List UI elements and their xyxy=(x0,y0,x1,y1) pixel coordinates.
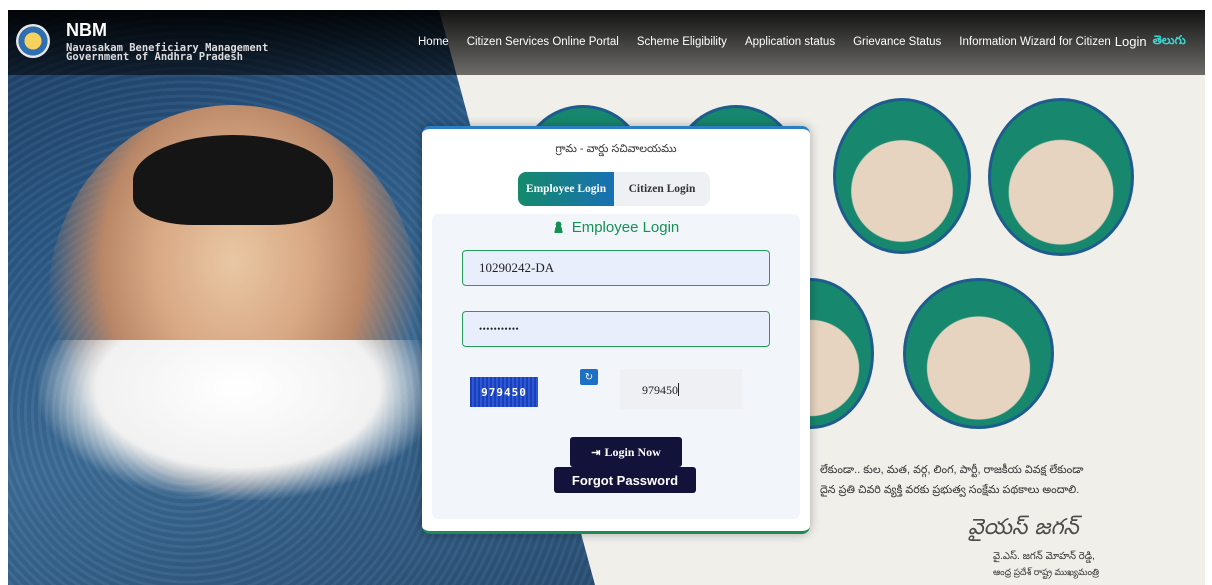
tagline-line-2: దైన ప్రతి చివరి వ్యక్తి వరకు ప్రభుత్వ సం… xyxy=(820,484,1080,496)
captcha-input[interactable]: 979450 xyxy=(620,369,742,409)
nav-home[interactable]: Home xyxy=(418,36,449,48)
scheme-poster-3 xyxy=(833,98,971,254)
scheme-poster-4 xyxy=(988,98,1134,256)
panel-title-text: Employee Login xyxy=(571,219,680,236)
brand-subtitle: Navasakam Beneficiary Management Governm… xyxy=(66,43,268,63)
signatory-name: వై.ఎస్. జగన్ మోహన్ రెడ్డి, xyxy=(993,551,1095,562)
password-value: ••••••••••• xyxy=(479,324,520,334)
panel-title: Employee Login xyxy=(432,219,800,236)
login-now-label: Login Now xyxy=(604,444,661,459)
nav-login[interactable]: Login xyxy=(1115,34,1147,49)
tagline: లేకుండా.. కుల, మత, వర్గ, లింగ, పార్టీ, ర… xyxy=(820,460,1190,500)
card-title: గ్రామ - వార్డు సచివాలయము xyxy=(555,143,677,155)
login-card: గ్రామ - వార్డు సచివాలయము Employee Login … xyxy=(422,126,810,534)
captcha-input-value: 979450 xyxy=(642,383,678,397)
signatory-role: ఆంధ్ర ప్రదేశ్ రాష్ట్ర ముఖ్యమంత్రి xyxy=(993,567,1100,577)
captcha-image: 979450 xyxy=(470,377,538,407)
refresh-captcha-icon[interactable]: ↻ xyxy=(580,369,598,385)
login-now-button[interactable]: ⇥ Login Now xyxy=(570,437,682,467)
tab-employee-login[interactable]: Employee Login xyxy=(518,172,614,206)
nav-application-status[interactable]: Application status xyxy=(745,36,835,48)
tagline-line-1: లేకుండా.. కుల, మత, వర్గ, లింగ, పార్టీ, ర… xyxy=(820,464,1084,476)
sign-in-icon: ⇥ xyxy=(591,446,601,459)
employee-login-panel: Employee Login 10290242-DA ••••••••••• 9… xyxy=(432,214,800,519)
page-frame: లేకుండా.. కుల, మత, వర్గ, లింగ, పార్టీ, ర… xyxy=(8,10,1205,585)
brand-subtitle-line-2: Government of Andhra Pradesh xyxy=(66,51,244,63)
username-field[interactable]: 10290242-DA xyxy=(462,250,770,286)
top-header: NBM Navasakam Beneficiary Management Gov… xyxy=(8,10,1205,75)
username-value: 10290242-DA xyxy=(479,260,555,275)
forgot-password-button[interactable]: Forgot Password xyxy=(554,467,696,493)
main-nav: Home Citizen Services Online Portal Sche… xyxy=(418,33,1186,50)
tab-citizen-login[interactable]: Citizen Login xyxy=(614,172,710,206)
nav-language-telugu[interactable]: తెలుగు xyxy=(1153,33,1186,50)
text-cursor xyxy=(678,383,679,396)
login-tabs: Employee Login Citizen Login xyxy=(518,172,710,206)
nav-grievance-status[interactable]: Grievance Status xyxy=(853,36,941,48)
nav-information-wizard[interactable]: Information Wizard for Citizen xyxy=(959,36,1110,48)
portrait-shirt xyxy=(38,340,438,500)
signature: వైయస్ జగన్ xyxy=(968,515,1079,540)
nav-citizen-services[interactable]: Citizen Services Online Portal xyxy=(467,36,619,48)
brand-title: NBM xyxy=(66,20,107,40)
user-icon xyxy=(552,221,564,233)
password-field[interactable]: ••••••••••• xyxy=(462,311,770,347)
portrait-hair xyxy=(133,135,333,225)
scheme-poster-6 xyxy=(903,278,1054,429)
nbm-logo xyxy=(16,24,50,58)
nav-scheme-eligibility[interactable]: Scheme Eligibility xyxy=(637,36,727,48)
